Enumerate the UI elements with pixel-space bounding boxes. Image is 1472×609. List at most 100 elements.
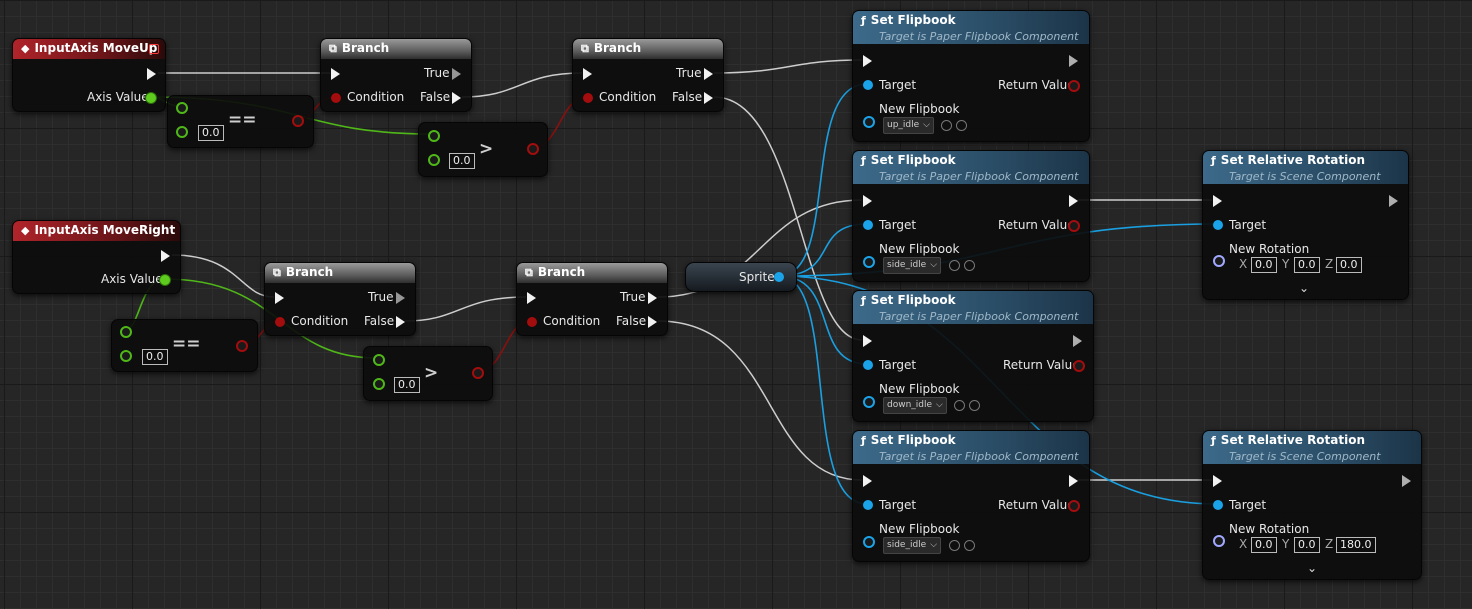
sprite-variable-node[interactable]: Sprite: [685, 262, 797, 292]
rotation-y-field[interactable]: 0.0: [1294, 537, 1320, 553]
set-flipbook-node-4[interactable]: ƒ Set Flipbook Target is Paper Flipbook C…: [852, 430, 1090, 562]
exec-output-pin[interactable]: [1069, 55, 1078, 67]
use-selected-icon[interactable]: [941, 120, 952, 131]
exec-input-pin[interactable]: [1213, 475, 1222, 487]
true-exec-pin[interactable]: [452, 68, 461, 80]
exec-input-pin[interactable]: [863, 55, 872, 67]
exec-output-pin[interactable]: [1069, 195, 1078, 207]
exec-input-pin[interactable]: [863, 335, 872, 347]
new-rotation-pin[interactable]: [1213, 535, 1225, 547]
false-exec-pin[interactable]: [648, 316, 657, 328]
target-pin[interactable]: [863, 360, 873, 370]
condition-pin[interactable]: [275, 317, 285, 327]
branch-node-2[interactable]: ⧉ Branch True Condition False: [572, 38, 724, 112]
branch-node-4[interactable]: ⧉ Branch True Condition False: [516, 262, 668, 336]
exec-output-pin[interactable]: [1073, 335, 1082, 347]
flipbook-select[interactable]: down_idle ⌵: [883, 397, 947, 414]
new-flipbook-pin[interactable]: [863, 256, 875, 268]
new-flipbook-pin[interactable]: [863, 396, 875, 408]
float-input-pin-b[interactable]: [428, 154, 440, 166]
float-input-pin-b[interactable]: [373, 378, 385, 390]
condition-pin[interactable]: [527, 317, 537, 327]
exec-output-pin[interactable]: [161, 250, 170, 262]
rotation-y-field[interactable]: 0.0: [1294, 257, 1320, 273]
exec-input-pin[interactable]: [527, 292, 536, 304]
set-flipbook-node-2[interactable]: ƒ Set Flipbook Target is Paper Flipbook C…: [852, 150, 1090, 282]
set-relative-rotation-node-1[interactable]: ƒ Set Relative Rotation Target is Scene C…: [1202, 150, 1409, 300]
target-pin[interactable]: [863, 80, 873, 90]
use-selected-icon[interactable]: [949, 260, 960, 271]
greater-node-1[interactable]: 0.0 >: [418, 122, 548, 177]
set-flipbook-node-3[interactable]: ƒ Set Flipbook Target is Paper Flipbook C…: [852, 290, 1094, 422]
input-axis-moveright-node[interactable]: ◆ InputAxis MoveRight Axis Value: [12, 220, 181, 294]
false-exec-pin[interactable]: [396, 316, 405, 328]
exec-input-pin[interactable]: [1213, 195, 1222, 207]
browse-icon[interactable]: [964, 540, 975, 551]
true-exec-pin[interactable]: [396, 292, 405, 304]
return-value-pin[interactable]: [1068, 500, 1080, 512]
float-input-pin-b[interactable]: [176, 126, 188, 138]
branch-node-1[interactable]: ⧉ Branch True Condition False: [320, 38, 472, 112]
float-input-pin-a[interactable]: [373, 354, 385, 366]
target-pin[interactable]: [1213, 500, 1223, 510]
use-selected-icon[interactable]: [954, 400, 965, 411]
bool-output-pin[interactable]: [236, 340, 248, 352]
float-input-pin-b[interactable]: [120, 350, 132, 362]
expand-chevron-icon[interactable]: ⌄: [1307, 561, 1317, 575]
axis-value-pin[interactable]: [160, 275, 170, 285]
bool-output-pin[interactable]: [472, 367, 484, 379]
delegate-pin[interactable]: [149, 44, 159, 54]
sprite-output-pin[interactable]: [774, 272, 784, 282]
return-value-pin[interactable]: [1068, 80, 1080, 92]
float-default-field[interactable]: 0.0: [394, 377, 420, 393]
set-relative-rotation-node-2[interactable]: ƒ Set Relative Rotation Target is Scene C…: [1202, 430, 1422, 580]
true-exec-pin[interactable]: [648, 292, 657, 304]
true-exec-pin[interactable]: [704, 68, 713, 80]
rotation-x-field[interactable]: 0.0: [1251, 257, 1277, 273]
return-value-pin[interactable]: [1073, 360, 1085, 372]
float-input-pin-a[interactable]: [428, 130, 440, 142]
exec-input-pin[interactable]: [275, 292, 284, 304]
bool-output-pin[interactable]: [292, 115, 304, 127]
float-input-pin-a[interactable]: [176, 102, 188, 114]
exec-input-pin[interactable]: [863, 475, 872, 487]
false-exec-pin[interactable]: [452, 92, 461, 104]
axis-value-pin[interactable]: [146, 93, 156, 103]
exec-input-pin[interactable]: [583, 68, 592, 80]
float-default-field[interactable]: 0.0: [198, 125, 224, 141]
expand-chevron-icon[interactable]: ⌄: [1299, 281, 1309, 295]
input-axis-moveup-node[interactable]: ◆ InputAxis MoveUp Axis Value: [12, 38, 166, 112]
float-default-field[interactable]: 0.0: [449, 153, 475, 169]
exec-output-pin[interactable]: [1389, 195, 1398, 207]
condition-pin[interactable]: [583, 93, 593, 103]
float-default-field[interactable]: 0.0: [142, 349, 168, 365]
browse-icon[interactable]: [956, 120, 967, 131]
flipbook-select[interactable]: side_idle ⌵: [883, 537, 942, 554]
new-rotation-pin[interactable]: [1213, 255, 1225, 267]
exec-input-pin[interactable]: [331, 68, 340, 80]
float-input-pin-a[interactable]: [120, 326, 132, 338]
bool-output-pin[interactable]: [527, 143, 539, 155]
use-selected-icon[interactable]: [949, 540, 960, 551]
target-pin[interactable]: [1213, 220, 1223, 230]
exec-output-pin[interactable]: [1402, 475, 1411, 487]
rotation-z-field[interactable]: 0.0: [1336, 257, 1362, 273]
new-flipbook-pin[interactable]: [863, 116, 875, 128]
rotation-x-field[interactable]: 0.0: [1251, 537, 1277, 553]
greater-node-2[interactable]: 0.0 >: [363, 346, 493, 401]
browse-icon[interactable]: [969, 400, 980, 411]
branch-node-3[interactable]: ⧉ Branch True Condition False: [264, 262, 416, 336]
rotation-z-field[interactable]: 180.0: [1336, 537, 1376, 553]
browse-icon[interactable]: [964, 260, 975, 271]
new-flipbook-pin[interactable]: [863, 536, 875, 548]
equals-node-2[interactable]: 0.0 ==: [111, 319, 258, 372]
false-exec-pin[interactable]: [704, 92, 713, 104]
condition-pin[interactable]: [331, 93, 341, 103]
flipbook-select[interactable]: side_idle ⌵: [883, 257, 942, 274]
set-flipbook-node-1[interactable]: ƒ Set Flipbook Target is Paper Flipbook C…: [852, 10, 1090, 142]
exec-input-pin[interactable]: [863, 195, 872, 207]
target-pin[interactable]: [863, 220, 873, 230]
equals-node-1[interactable]: 0.0 ==: [167, 95, 314, 148]
return-value-pin[interactable]: [1068, 220, 1080, 232]
exec-output-pin[interactable]: [1069, 475, 1078, 487]
